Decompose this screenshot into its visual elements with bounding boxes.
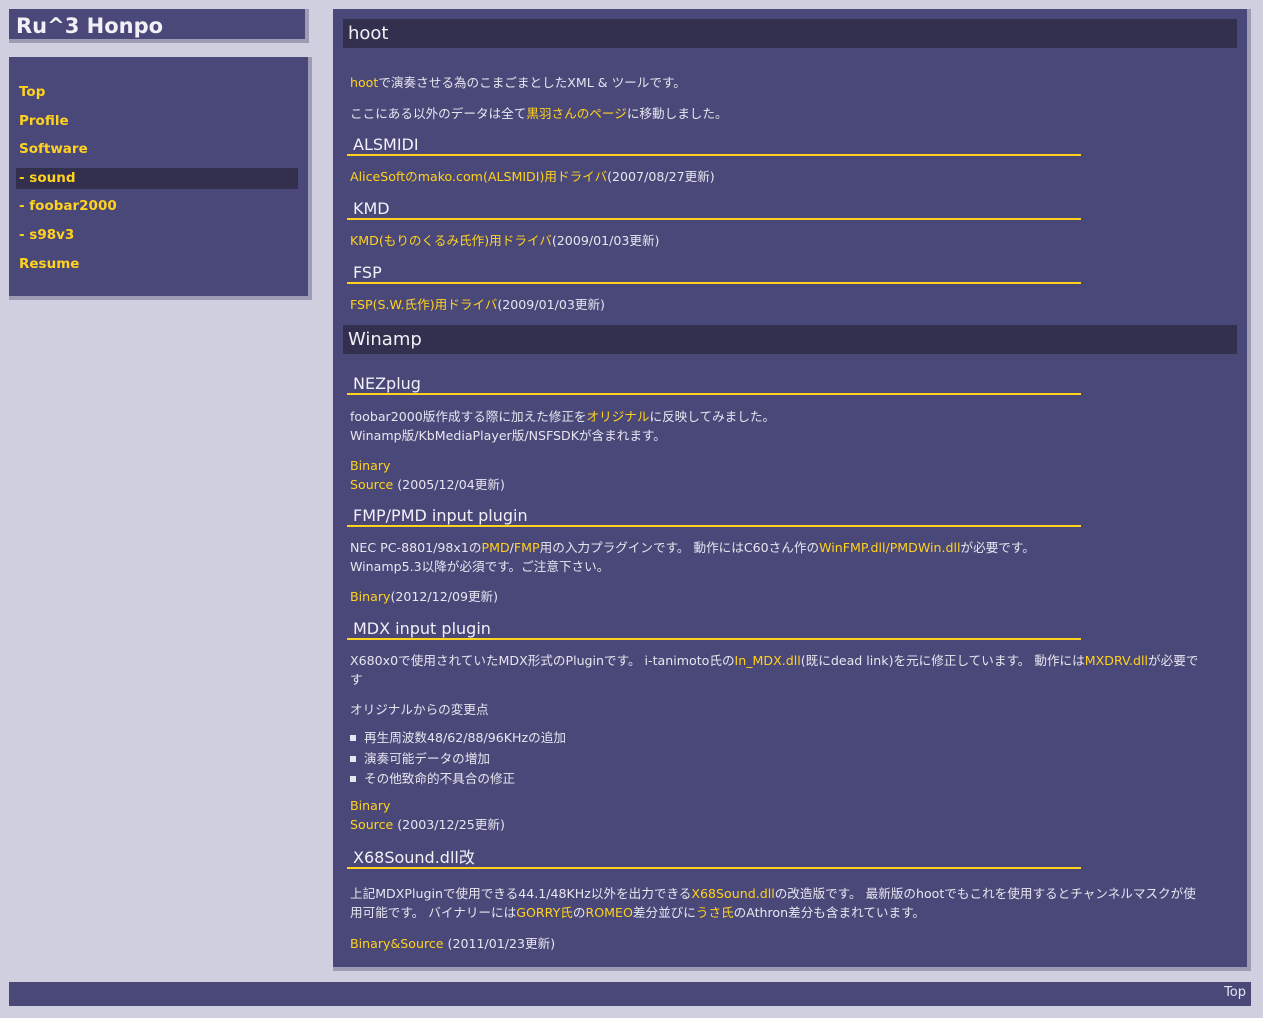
nezplug-binary-link[interactable]: Binary	[350, 458, 390, 473]
mdx-date: (2003/12/25更新)	[393, 816, 505, 832]
fmp-binary-link[interactable]: Binary	[350, 589, 390, 604]
fmp-text-4: が必要です。	[960, 540, 1035, 555]
list-item: 演奏可能データの増加	[350, 749, 1230, 770]
sidebar-link-software[interactable]: Software	[16, 139, 298, 160]
fmp-line2: Winamp5.3以降が必須です。ご注意下さい。	[350, 558, 610, 574]
subheading-mdx: MDX input plugin	[347, 618, 1081, 640]
usa-link[interactable]: うさ氏	[696, 905, 734, 920]
x68-text-2: の改造版です。 最新版のhootでもこれを使用するとチャンネルマスクが使	[774, 886, 1196, 901]
sidebar-link-sound[interactable]: - sound	[16, 167, 298, 189]
kmd-entry: KMD(もりのくるみ氏作)用ドライバ(2009/01/03更新)	[350, 232, 1230, 251]
alsmidi-driver-link[interactable]: AliceSoftのmako.com(ALSMIDI)用ドライバ	[350, 169, 607, 184]
mdx-description: X680x0で使用されていたMDX形式のPluginです。 i-tanimoto…	[350, 652, 1230, 689]
subheading-fmp: FMP/PMD input plugin	[347, 505, 1081, 527]
x68-text-1: 上記MDXPluginで使用できる44.1/48KHz以外を出力できる	[350, 886, 692, 901]
nezplug-date: (2005/12/04更新)	[393, 476, 505, 492]
fmp-text-3: 用の入力プラグインです。 動作にはC60さん作の	[539, 540, 820, 555]
nezplug-line2: Winamp版/KbMediaPlayer版/NSFSDKが含まれます。	[350, 427, 666, 443]
mdx-binary-link[interactable]: Binary	[350, 798, 390, 813]
sidebar-item-profile: Profile	[16, 111, 308, 140]
x68sound-date: (2011/01/23更新)	[443, 936, 556, 951]
mdx-source-link[interactable]: Source	[350, 817, 393, 832]
hoot-moved-notice: ここにある以外のデータは全て黒羽さんのページに移動しました。	[350, 105, 1230, 124]
sidebar-link-profile[interactable]: Profile	[16, 111, 298, 132]
alsmidi-entry: AliceSoftのmako.com(ALSMIDI)用ドライバ(2007/08…	[350, 168, 1230, 187]
subheading-x68sound: X68Sound.dll改	[347, 847, 1081, 869]
kmd-driver-link[interactable]: KMD(もりのくるみ氏作)用ドライバ	[350, 233, 552, 248]
x68-text-3: 用可能です。 バイナリーには	[350, 904, 517, 920]
nezplug-source-link[interactable]: Source	[350, 477, 393, 492]
list-item: その他致命的不具合の修正	[350, 769, 1230, 790]
x68sound-downloads: Binary&Source (2011/01/23更新)	[350, 935, 1230, 954]
sidebar-link-s98v3[interactable]: - s98v3	[16, 225, 298, 246]
x68-text-6: のAthron差分も含まれています。	[733, 904, 926, 920]
hoot-intro-text: で演奏させる為のこまごまとしたXML & ツールです。	[378, 75, 686, 90]
x68-text-5: 差分並びに	[632, 904, 696, 920]
x68sound-link[interactable]: X68Sound.dll	[691, 886, 774, 901]
mdx-text-1: X680x0で使用されていたMDX形式のPluginです。 i-tanimoto…	[350, 653, 735, 668]
winfmp-pmdwin-link[interactable]: WinFMP.dll/PMDWin.dll	[819, 540, 960, 555]
sidebar-item-top: Top	[16, 82, 308, 111]
pmd-link[interactable]: PMD	[481, 540, 509, 555]
moved-text-pre: ここにある以外のデータは全て	[350, 106, 527, 121]
mxdrv-link[interactable]: MXDRV.dll	[1085, 653, 1148, 668]
subheading-alsmidi: ALSMIDI	[347, 134, 1081, 156]
romeo-link[interactable]: ROMEO	[585, 905, 632, 920]
hoot-intro: hootで演奏させる為のこまごまとしたXML & ツールです。	[350, 74, 1230, 93]
main-content: hoot hootで演奏させる為のこまごまとしたXML & ツールです。 ここに…	[333, 9, 1251, 971]
sidebar-item-sound: - sound	[16, 167, 308, 197]
subheading-nezplug: NEZplug	[347, 373, 1081, 395]
sidebar-link-resume[interactable]: Resume	[16, 254, 298, 275]
sidebar: Top Profile Software - sound - foobar200…	[9, 57, 312, 300]
fmp-date: (2012/12/09更新)	[390, 589, 499, 604]
in-mdx-link[interactable]: In_MDX.dll	[735, 653, 801, 668]
alsmidi-date: (2007/08/27更新)	[607, 169, 715, 184]
mdx-changes-list: 再生周波数48/62/88/96KHzの追加 演奏可能データの増加 その他致命的…	[350, 728, 1230, 790]
sidebar-item-s98v3: - s98v3	[16, 225, 308, 254]
mdx-downloads: Binary Source (2003/12/25更新)	[350, 797, 1230, 834]
x68sound-description: 上記MDXPluginで使用できる44.1/48KHz以外を出力できるX68So…	[350, 885, 1230, 922]
section-heading-hoot: hoot	[343, 19, 1237, 48]
sidebar-link-top[interactable]: Top	[16, 82, 298, 103]
nezplug-description: foobar2000版作成する際に加えた修正をオリジナルに反映してみました。 W…	[350, 408, 1230, 445]
nezplug-downloads: Binary Source (2005/12/04更新)	[350, 457, 1230, 494]
fmp-downloads: Binary(2012/12/09更新)	[350, 588, 1230, 607]
fmp-description: NEC PC-8801/98x1のPMD/FMP用の入力プラグインです。 動作に…	[350, 539, 1230, 576]
x68-text-4: の	[572, 904, 586, 920]
mdx-text-3: が必要で	[1148, 653, 1199, 668]
kmd-date: (2009/01/03更新)	[551, 233, 660, 248]
sidebar-item-resume: Resume	[16, 254, 308, 283]
fmp-link[interactable]: FMP	[514, 540, 540, 555]
sidebar-link-foobar2000[interactable]: - foobar2000	[16, 196, 298, 217]
subheading-fsp: FSP	[347, 262, 1081, 284]
footer-bar: Top	[9, 982, 1251, 1006]
list-item: 再生周波数48/62/88/96KHzの追加	[350, 728, 1230, 749]
sidebar-item-software: Software	[16, 139, 308, 168]
gorry-link[interactable]: GORRY氏	[516, 905, 573, 920]
moved-text-post: に移動しました。	[626, 106, 728, 121]
nezplug-line1-pre: foobar2000版作成する際に加えた修正を	[350, 409, 587, 424]
fmp-text-1: NEC PC-8801/98x1の	[350, 540, 482, 555]
site-header: Ru^3 Honpo	[9, 9, 309, 43]
fsp-entry: FSP(S.W.氏作)用ドライバ(2009/01/03更新)	[350, 296, 1230, 315]
fsp-driver-link[interactable]: FSP(S.W.氏作)用ドライバ	[350, 297, 497, 312]
mdx-text-2: (既にdead link)を元に修正しています。 動作には	[800, 653, 1085, 668]
kurobane-page-link[interactable]: 黒羽さんのページ	[526, 106, 627, 121]
back-to-top-link[interactable]: Top	[1224, 985, 1246, 1000]
site-title: Ru^3 Honpo	[16, 14, 164, 38]
subheading-kmd: KMD	[347, 198, 1081, 220]
mdx-changes-title: オリジナルからの変更点	[350, 702, 489, 717]
fsp-date: (2009/01/03更新)	[497, 297, 605, 312]
hoot-link[interactable]: hoot	[350, 75, 378, 90]
mdx-text-4: す	[350, 671, 363, 687]
section-heading-winamp: Winamp	[343, 325, 1237, 354]
nezplug-line1-post: に反映してみました。	[649, 409, 776, 424]
nezplug-original-link[interactable]: オリジナル	[587, 409, 650, 424]
x68sound-binary-source-link[interactable]: Binary&Source	[350, 936, 444, 951]
sidebar-item-foobar2000: - foobar2000	[16, 196, 308, 225]
